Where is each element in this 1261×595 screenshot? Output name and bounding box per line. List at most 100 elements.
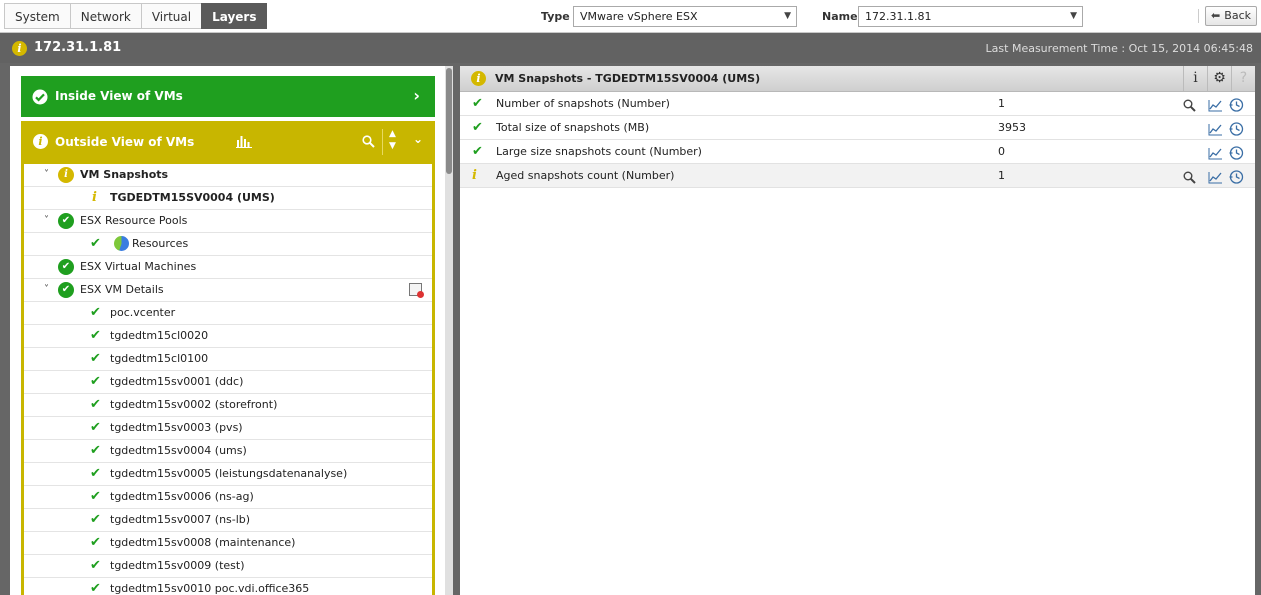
tree-item[interactable]: ✔ tgdedtm15sv0009 (test)	[24, 555, 432, 578]
tree-item[interactable]: ✔ tgdedtm15sv0008 (maintenance)	[24, 532, 432, 555]
tree-item-label: tgdedtm15sv0002 (storefront)	[110, 398, 278, 411]
check-icon: ✔	[90, 466, 101, 481]
measure-row: ✔ Number of snapshots (Number) 1	[460, 92, 1255, 116]
measure-row: ✔ Large size snapshots count (Number) 0	[460, 140, 1255, 164]
warning-info-icon: i	[12, 41, 27, 56]
scrollbar-thumb[interactable]	[446, 68, 452, 174]
warning-info-icon: i	[471, 71, 486, 86]
back-button[interactable]: ⬅ Back	[1205, 6, 1257, 26]
tab-virtual[interactable]: Virtual	[140, 3, 202, 29]
check-circle-icon: ✔	[58, 259, 74, 275]
tree-item-label: tgdedtm15sv0006 (ns-ag)	[110, 490, 254, 503]
expand-arrow-icon[interactable]: ˅	[44, 279, 49, 301]
tree-item[interactable]: ✔ ESX Virtual Machines	[24, 256, 432, 279]
check-icon: ✔	[472, 96, 483, 111]
tree-item[interactable]: ✔ Resources	[24, 233, 432, 256]
check-icon: ✔	[472, 120, 483, 135]
tree-item-label: VM Snapshots	[80, 168, 169, 181]
toolbar-divider	[1198, 9, 1199, 23]
outside-view-section: i Outside View of VMs ▲ ▼ ⌄ ˅ i VM Snapshot…	[21, 121, 435, 595]
last-measurement-time: Last Measurement Time : Oct 15, 2014 06:…	[985, 42, 1253, 55]
tab-layers[interactable]: Layers	[201, 3, 268, 29]
top-bar: System Network Virtual Layers Type VMwar…	[0, 0, 1261, 33]
warning-info-icon: i	[472, 168, 477, 183]
bar-chart-icon[interactable]	[236, 134, 252, 151]
check-icon: ✔	[90, 443, 101, 458]
tree-item[interactable]: ✔ poc.vcenter	[24, 302, 432, 325]
measure-actions	[1179, 140, 1249, 163]
layers-panel: Inside View of VMs › i Outside View of V…	[10, 66, 453, 595]
tree-item[interactable]: ✔ tgdedtm15sv0002 (storefront)	[24, 394, 432, 417]
layer-tree: ˅ i VM Snapshots i TGDEDTM15SV0004 (UMS) ˅ ✔ ES…	[24, 164, 432, 595]
check-icon: ✔	[90, 351, 101, 366]
measure-status: i	[472, 164, 477, 187]
name-select-value: 172.31.1.81	[865, 10, 932, 23]
name-select[interactable]: 172.31.1.81 ▼	[858, 6, 1083, 27]
measure-actions	[1179, 116, 1249, 139]
check-circle-icon: ✔	[58, 213, 74, 229]
tree-item[interactable]: ✔ tgdedtm15cl0100	[24, 348, 432, 371]
history-icon[interactable]	[1229, 169, 1244, 192]
measure-name: Number of snapshots (Number)	[496, 97, 670, 110]
check-icon: ✔	[90, 489, 101, 504]
tree-item[interactable]: ˅ i VM Snapshots	[24, 164, 432, 187]
check-icon: ✔	[90, 512, 101, 527]
search-icon[interactable]	[1183, 169, 1196, 192]
expand-arrow-icon[interactable]: ˅	[44, 210, 49, 232]
tree-item[interactable]: ✔ tgdedtm15sv0003 (pvs)	[24, 417, 432, 440]
gear-icon[interactable]: ⚙	[1207, 66, 1231, 91]
back-button-label: Back	[1224, 9, 1251, 22]
measures-panel: i VM Snapshots - TGDEDTM15SV0004 (UMS) i…	[460, 66, 1255, 595]
tree-item-label: ESX Virtual Machines	[80, 260, 197, 273]
tree-item[interactable]: ✔ tgdedtm15sv0007 (ns-lb)	[24, 509, 432, 532]
pie-chart-icon	[114, 236, 129, 251]
tree-item-label: tgdedtm15cl0020	[110, 329, 209, 342]
tab-system[interactable]: System	[4, 3, 70, 29]
measure-actions	[1179, 92, 1249, 115]
check-icon: ✔	[90, 236, 101, 251]
outside-view-label: Outside View of VMs	[55, 135, 195, 149]
check-icon: ✔	[90, 420, 101, 435]
report-icon[interactable]	[409, 283, 424, 298]
help-icon[interactable]: ?	[1231, 66, 1255, 91]
expand-arrow-icon[interactable]: ˅	[44, 164, 49, 186]
measure-name: Total size of snapshots (MB)	[496, 121, 650, 134]
measure-status: ✔	[472, 92, 483, 115]
measure-value: 3953	[998, 121, 1026, 134]
check-icon: ✔	[90, 328, 101, 343]
check-circle-icon: ✔	[58, 282, 74, 298]
tree-item-label: tgdedtm15sv0008 (maintenance)	[110, 536, 296, 549]
graph-icon[interactable]	[1208, 169, 1223, 192]
tree-item[interactable]: ✔ tgdedtm15sv0005 (leistungsdatenanalyse)	[24, 463, 432, 486]
tree-item[interactable]: ˅ ✔ ESX Resource Pools	[24, 210, 432, 233]
warning-info-icon: i	[58, 167, 74, 183]
chevron-down-icon: ▼	[1070, 11, 1077, 21]
inside-view-header[interactable]: Inside View of VMs ›	[21, 76, 435, 117]
vertical-scrollbar[interactable]	[445, 66, 453, 595]
back-arrow-icon: ⬅	[1211, 9, 1221, 22]
header-separator	[382, 129, 383, 155]
tree-item[interactable]: ˅ ✔ ESX VM Details	[24, 279, 432, 302]
measures-header: i VM Snapshots - TGDEDTM15SV0004 (UMS) i…	[460, 66, 1255, 92]
tree-item[interactable]: ✔ tgdedtm15sv0006 (ns-ag)	[24, 486, 432, 509]
tree-item-label: tgdedtm15sv0003 (pvs)	[110, 421, 243, 434]
tab-network[interactable]: Network	[69, 3, 141, 29]
check-icon: ✔	[90, 374, 101, 389]
measure-actions	[1179, 164, 1249, 187]
component-host: 172.31.1.81	[34, 40, 122, 55]
tree-item[interactable]: ✔ tgdedtm15sv0010 poc.vdi.office365	[24, 578, 432, 595]
component-header: i 172.31.1.81 Last Measurement Time : Oc…	[0, 33, 1261, 63]
search-icon[interactable]	[362, 135, 375, 151]
chevron-down-icon[interactable]: ⌄	[413, 132, 423, 146]
measures-tools: i ⚙ ?	[1183, 66, 1255, 91]
tree-item[interactable]: ✔ tgdedtm15sv0004 (ums)	[24, 440, 432, 463]
warning-info-icon: i	[92, 190, 97, 205]
type-label: Type	[541, 10, 570, 23]
tree-item[interactable]: ✔ tgdedtm15cl0020	[24, 325, 432, 348]
outside-view-header[interactable]: i Outside View of VMs ▲ ▼ ⌄	[24, 121, 432, 164]
info-icon[interactable]: i	[1183, 66, 1207, 91]
tree-item[interactable]: ✔ tgdedtm15sv0001 (ddc)	[24, 371, 432, 394]
tree-item[interactable]: i TGDEDTM15SV0004 (UMS)	[24, 187, 432, 210]
type-select[interactable]: VMware vSphere ESX ▼	[573, 6, 797, 27]
expand-collapse-icon[interactable]: ▲ ▼	[389, 128, 396, 152]
